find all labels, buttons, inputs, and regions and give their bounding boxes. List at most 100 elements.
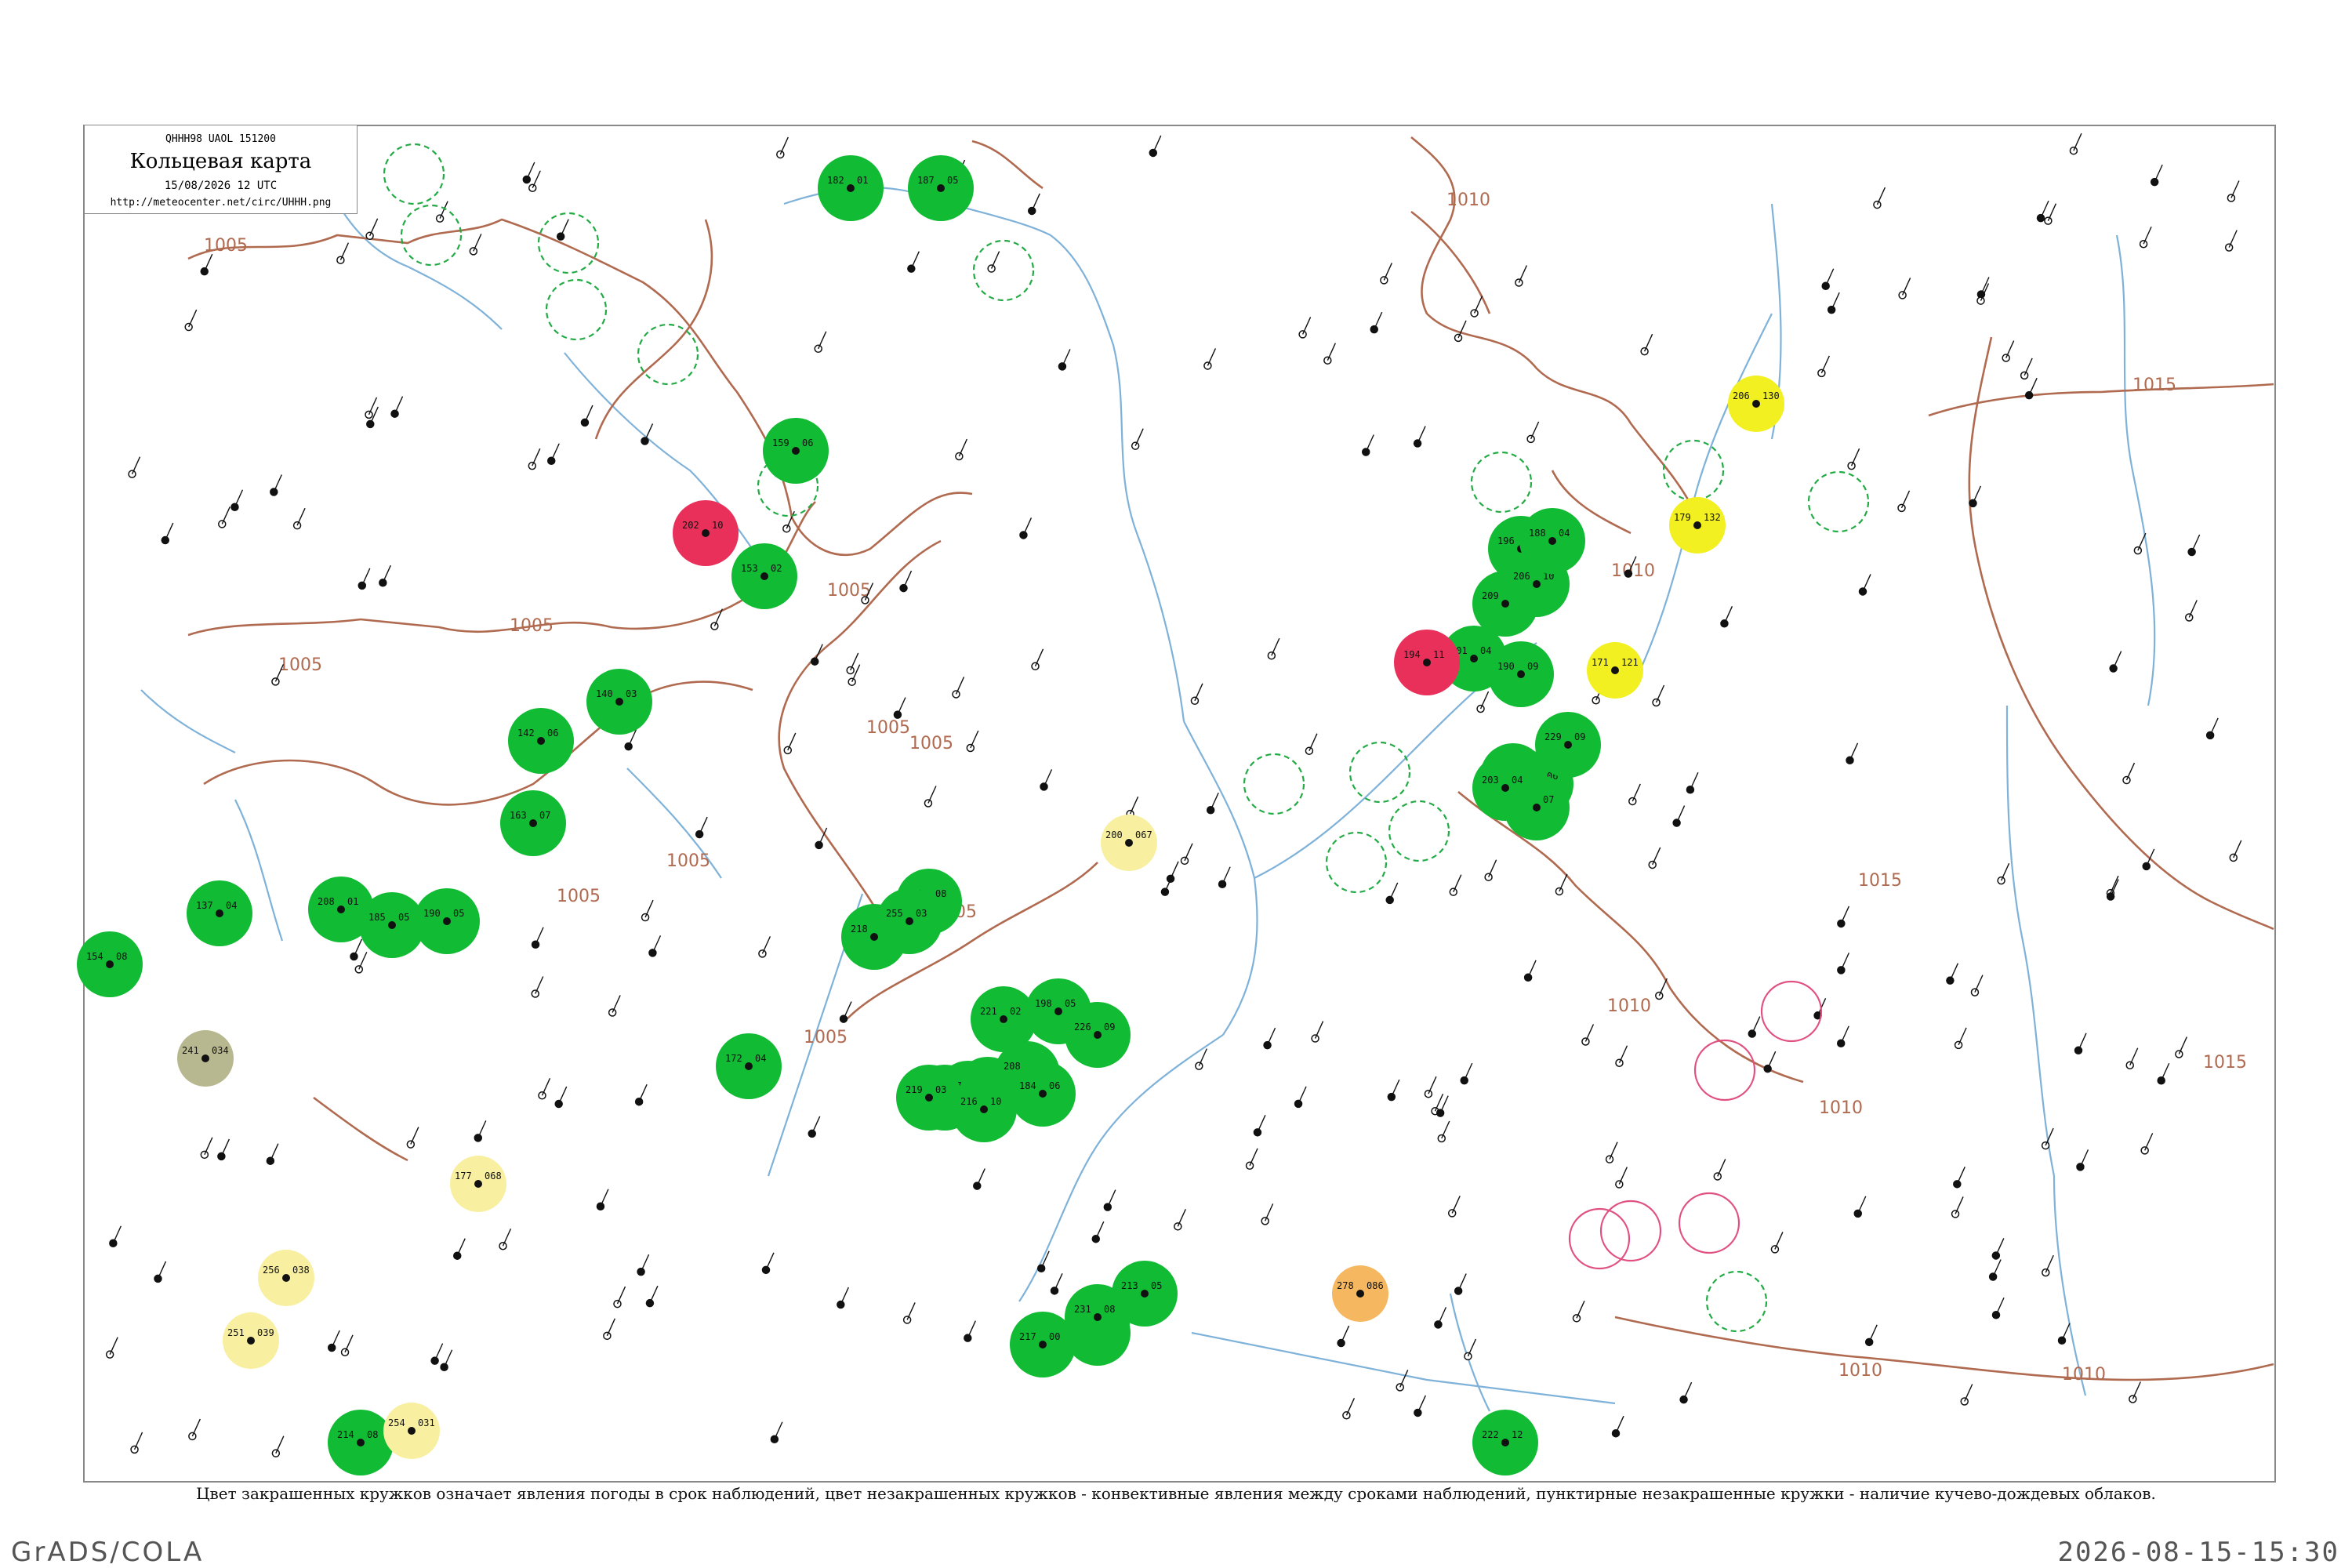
- station-temperature: 213: [1121, 1280, 1138, 1291]
- station-pressure: 038: [292, 1265, 310, 1276]
- station-pressure: 068: [485, 1171, 502, 1181]
- station-temperature: 231: [1074, 1304, 1091, 1315]
- station-rain: 231 08: [1065, 1284, 1131, 1350]
- station-dot: [247, 1337, 255, 1345]
- station-temperature: 251: [227, 1327, 245, 1338]
- station-dot: [282, 1274, 290, 1282]
- station-dot: [1094, 1313, 1102, 1321]
- station-temperature: 184: [1019, 1080, 1036, 1091]
- station-dot: [1611, 666, 1619, 674]
- station-rain: 137 04: [187, 880, 252, 946]
- station-rain: 255 03: [877, 888, 942, 954]
- station-dot: [216, 909, 223, 917]
- station-rain: 203 04: [1472, 755, 1538, 821]
- station-pressure: 04: [755, 1053, 766, 1064]
- station-pressure: 06: [547, 728, 558, 739]
- station-pressure: 07: [1543, 794, 1554, 805]
- station-rain: 190 05: [414, 888, 480, 954]
- station-pressure: 05: [398, 912, 409, 923]
- station-temperature: 179: [1674, 512, 1691, 523]
- station-pressure: 03: [916, 908, 927, 919]
- station-dot: [937, 184, 945, 192]
- station-pressure: 05: [1151, 1280, 1162, 1291]
- map-title: Кольцевая карта: [129, 150, 312, 173]
- station-pressure: 031: [418, 1417, 435, 1428]
- station-rain: 184 06: [1010, 1061, 1076, 1127]
- station-temperature: 182: [827, 175, 844, 186]
- station-pressure: 07: [539, 810, 550, 821]
- station-temperature: 208: [1004, 1061, 1021, 1072]
- generated-timestamp: 2026-08-15-15:30: [2057, 1537, 2339, 1568]
- station-temperature: 137: [196, 900, 213, 911]
- observation-time: 15/08/2026 12 UTC: [164, 180, 278, 192]
- station-dot: [760, 572, 768, 580]
- isobar-label: 1005: [866, 718, 910, 738]
- station-pressure: 09: [1104, 1022, 1115, 1033]
- station-rain: 163 07: [500, 790, 566, 856]
- station-pressure: 10: [712, 520, 723, 531]
- station-thunder: 202 10: [673, 500, 739, 566]
- station-pressure: 11: [1433, 649, 1444, 660]
- station-marker: [2227, 194, 2236, 202]
- station-temperature: 153: [741, 563, 758, 574]
- station-pressure: 132: [1704, 512, 1721, 523]
- station-temperature: 172: [725, 1053, 742, 1064]
- station-temperature: 154: [86, 951, 103, 962]
- isobar-label: 1005: [804, 1028, 848, 1047]
- station-pressure: 01: [857, 175, 868, 186]
- station-pressure: 08: [1104, 1304, 1115, 1315]
- station-temperature: 256: [263, 1265, 280, 1276]
- station-dot: [1039, 1090, 1047, 1098]
- station-dot: [1533, 580, 1541, 588]
- map-frame: [83, 125, 2276, 1483]
- station-rain: 190 09: [1488, 641, 1554, 707]
- station-dot: [1423, 659, 1431, 666]
- station-pressure: 03: [935, 1084, 946, 1095]
- station-dot: [1470, 655, 1478, 662]
- station-dot: [1752, 400, 1760, 408]
- station-temperature: 140: [596, 688, 613, 699]
- station-dot: [1125, 839, 1133, 847]
- station-dust: 241 034: [177, 1030, 234, 1087]
- station-dot: [980, 1105, 988, 1113]
- station-rain: 142 06: [508, 708, 574, 774]
- station-temperature: 188: [1529, 528, 1546, 539]
- station-temperature: 194: [1403, 649, 1421, 660]
- station-temperature: 229: [1544, 731, 1562, 742]
- station-dot: [1517, 670, 1525, 678]
- station-dot: [357, 1439, 365, 1446]
- station-rain: 182 01: [818, 155, 884, 221]
- station-pressure: 05: [1065, 998, 1076, 1009]
- isobar-label: 1005: [557, 887, 601, 906]
- station-dot: [847, 184, 855, 192]
- station-rain: 216 10: [951, 1076, 1017, 1142]
- station-rain: 153 02: [731, 543, 797, 609]
- station-rain: 214 08: [328, 1410, 394, 1475]
- station-fog: 179 132: [1669, 497, 1726, 554]
- station-haze: 200 067: [1101, 815, 1157, 871]
- isobar-label: 1010: [1838, 1361, 1882, 1381]
- station-haze: 251 039: [223, 1312, 279, 1369]
- station-dot: [408, 1427, 416, 1435]
- source-url: http://meteocenter.net/circ/UHHH.png: [110, 197, 332, 209]
- station-temperature: 221: [980, 1006, 997, 1017]
- station-dot: [337, 906, 345, 913]
- station-temperature: 202: [682, 520, 699, 531]
- station-temperature: 198: [1035, 998, 1052, 1009]
- station-rain: 188 04: [1519, 508, 1585, 574]
- station-pressure: 05: [947, 175, 958, 186]
- station-temperature: 200: [1105, 829, 1123, 840]
- station-temperature: 206: [1513, 571, 1530, 582]
- station-pressure: 086: [1367, 1280, 1384, 1291]
- station-temperature: 190: [423, 908, 441, 919]
- station-dot: [106, 960, 114, 968]
- station-dot: [870, 933, 878, 941]
- station-pressure: 06: [1049, 1080, 1060, 1091]
- station-dot: [201, 1054, 209, 1062]
- station-pressure: 067: [1135, 829, 1152, 840]
- station-rain: 172 04: [716, 1033, 782, 1099]
- station-pressure: 08: [367, 1429, 378, 1440]
- station-pressure: 04: [1512, 775, 1523, 786]
- station-dot: [1533, 804, 1541, 811]
- isobar-label: 1005: [278, 655, 322, 675]
